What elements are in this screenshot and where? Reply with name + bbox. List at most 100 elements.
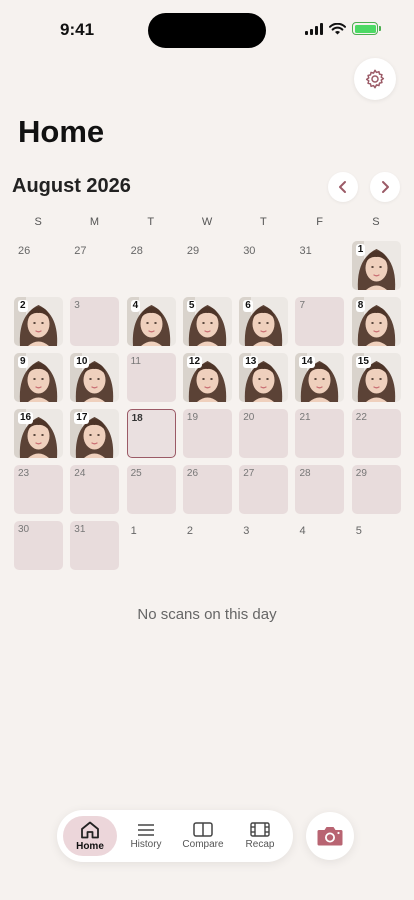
wifi-icon (329, 22, 346, 34)
calendar-day[interactable]: 7 (295, 297, 345, 346)
day-number: 27 (243, 468, 255, 479)
day-number: 27 (74, 245, 87, 257)
day-number: 18 (131, 413, 143, 424)
weekday-label: S (34, 216, 42, 228)
day-number: 28 (130, 245, 143, 257)
calendar-day: 29 (183, 241, 232, 290)
weekday-label: M (89, 216, 100, 228)
calendar-day[interactable]: 21 (295, 409, 345, 458)
calendar-day: 31 (295, 241, 344, 290)
day-number: 10 (74, 356, 90, 368)
tab-compare[interactable]: Compare (175, 816, 231, 856)
calendar-day: 2 (183, 521, 232, 570)
camera-button[interactable] (306, 812, 354, 860)
calendar-day[interactable]: 23 (14, 465, 63, 514)
calendar-day[interactable]: 27 (239, 465, 289, 514)
calendar-day[interactable]: 19 (182, 409, 232, 458)
day-number: 19 (186, 412, 199, 423)
calendar-day-selected[interactable]: 18 (126, 409, 176, 458)
day-number: 30 (18, 524, 30, 535)
home-icon (81, 821, 99, 838)
calendar-day[interactable]: 4 (126, 297, 176, 346)
calendar-day: 1 (127, 521, 176, 570)
day-number: 9 (18, 356, 28, 368)
calendar-day[interactable]: 5 (182, 297, 232, 346)
calendar-day[interactable]: 8 (351, 297, 401, 346)
day-number: 17 (74, 412, 90, 424)
calendar-day: 30 (239, 241, 288, 290)
calendar-day[interactable]: 9 (14, 353, 63, 402)
day-number: 31 (299, 245, 312, 257)
calendar-day: 5 (352, 521, 401, 570)
day-number: 23 (18, 468, 30, 479)
day-number: 3 (243, 525, 250, 537)
calendar-day: 27 (70, 241, 119, 290)
calendar-day[interactable]: 11 (126, 353, 176, 402)
calendar-day[interactable]: 12 (182, 353, 232, 402)
weekday-label: T (259, 216, 267, 228)
day-number: 26 (18, 245, 31, 257)
day-number: 5 (355, 525, 362, 537)
day-number: 14 (299, 356, 315, 368)
status-icons (305, 22, 381, 35)
list-icon (138, 823, 154, 836)
calendar-day[interactable]: 30 (14, 521, 63, 570)
calendar-day[interactable]: 10 (70, 353, 120, 402)
weekday-label: S (372, 216, 380, 228)
tab-bar: Home History Compare Recap (57, 810, 293, 862)
calendar-day: 3 (239, 521, 288, 570)
status-time: 9:41 (60, 20, 95, 39)
calendar-day: 4 (295, 521, 344, 570)
calendar-day[interactable]: 1 (351, 241, 401, 290)
calendar-day[interactable]: 28 (295, 465, 345, 514)
calendar-day[interactable]: 20 (239, 409, 289, 458)
day-number: 2 (18, 300, 28, 312)
day-number: 21 (299, 412, 311, 423)
calendar-day[interactable]: 17 (70, 409, 120, 458)
day-number: 26 (186, 468, 199, 479)
calendar-day[interactable]: 31 (70, 521, 120, 570)
day-number: 2 (186, 525, 194, 537)
calendar-day[interactable]: 3 (70, 297, 120, 346)
camera-icon (317, 827, 343, 846)
tab-label: Compare (182, 839, 224, 850)
cellular-signal-icon (305, 22, 323, 35)
day-number: 25 (130, 468, 142, 479)
battery-level (354, 24, 376, 33)
tab-recap[interactable]: Recap (235, 816, 285, 856)
calendar-day[interactable]: 26 (182, 465, 232, 514)
calendar-day[interactable]: 15 (351, 353, 401, 402)
tab-home[interactable]: Home (63, 816, 117, 856)
previous-month-button[interactable] (328, 172, 358, 202)
compare-icon (193, 822, 213, 837)
calendar-day[interactable]: 24 (70, 465, 120, 514)
calendar-day[interactable]: 16 (14, 409, 63, 458)
status-bar: 9:41 (0, 0, 414, 60)
day-number: 4 (130, 300, 141, 312)
tab-history[interactable]: History (121, 816, 171, 856)
calendar-day[interactable]: 6 (239, 297, 289, 346)
gear-icon (365, 69, 385, 89)
film-icon (250, 822, 270, 837)
weekday-label: F (316, 216, 323, 228)
day-number: 11 (130, 356, 141, 367)
calendar-day[interactable]: 13 (239, 353, 289, 402)
calendar-day[interactable]: 22 (351, 409, 401, 458)
month-title: August 2026 (12, 175, 131, 197)
calendar-day[interactable]: 2 (14, 297, 63, 346)
weekday-label: T (147, 216, 155, 228)
day-number: 31 (74, 524, 86, 535)
settings-button[interactable] (354, 58, 396, 100)
day-number: 29 (355, 468, 367, 479)
next-month-button[interactable] (370, 172, 400, 202)
day-number: 24 (74, 468, 86, 479)
battery-icon (352, 22, 381, 35)
calendar-day[interactable]: 29 (351, 465, 401, 514)
calendar-day[interactable]: 14 (295, 353, 345, 402)
day-number: 3 (74, 300, 80, 311)
day-number: 8 (355, 300, 366, 312)
day-number: 6 (243, 300, 253, 312)
calendar-day[interactable]: 25 (126, 465, 176, 514)
page-title: Home (18, 114, 105, 149)
day-number: 13 (243, 356, 259, 368)
